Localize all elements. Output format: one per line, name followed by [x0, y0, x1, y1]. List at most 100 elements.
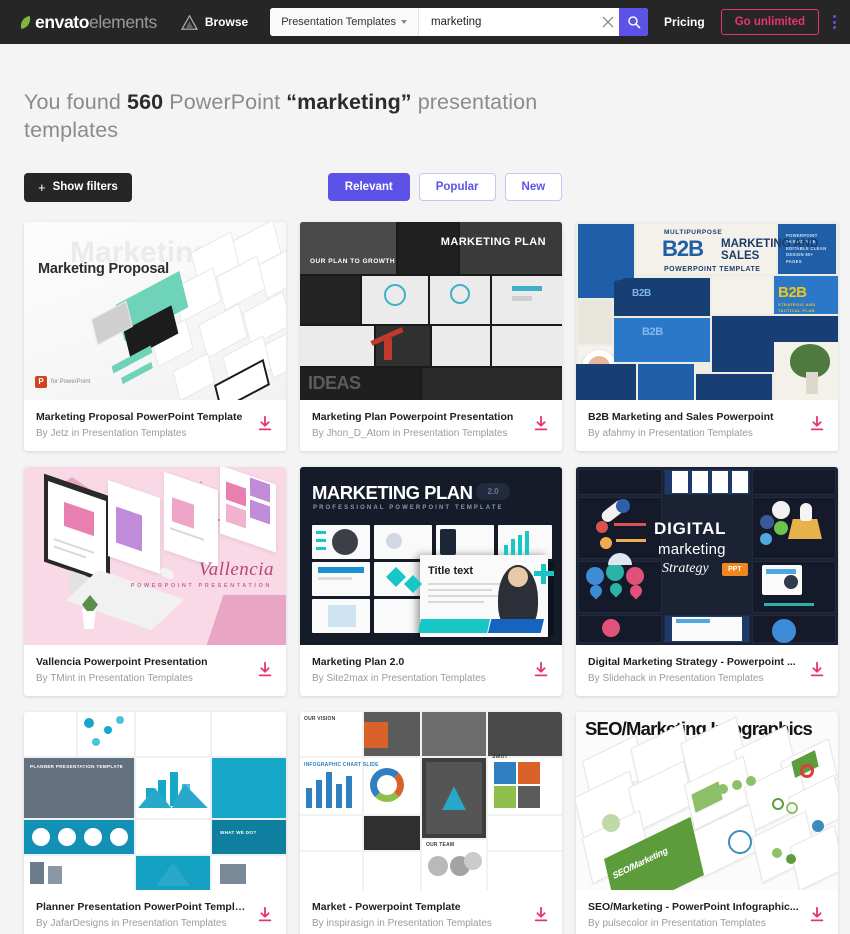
powerpoint-badge: P for PowerPoint	[35, 375, 91, 388]
template-thumbnail[interactable]: B MULTIPURPOSE B2B MARKETING AND SALES P…	[576, 221, 838, 400]
thumb-heading2: MARKETING AND SALES	[721, 237, 819, 262]
thumb-big-text: IDEAS	[308, 372, 361, 393]
result-card[interactable]: SEO/Marketing Infographics SEO/Marketing	[576, 712, 838, 934]
card-text: SEO/Marketing - PowerPoint Infographic..…	[588, 900, 800, 929]
page-title: You found 560 PowerPoint “marketing” pre…	[24, 88, 554, 145]
clear-search-button[interactable]	[596, 8, 620, 36]
download-icon[interactable]	[256, 906, 274, 924]
browse-button[interactable]: Browse	[180, 14, 249, 30]
result-card[interactable]: MARKETING PLAN PROFESSIONAL POWERPOINT T…	[300, 466, 562, 697]
thumb-slide-title: Title text	[428, 564, 474, 577]
search-submit-button[interactable]	[619, 8, 649, 36]
filter-toolbar: + Show filters Relevant Popular New	[0, 145, 850, 202]
card-title: Market - Powerpoint Template	[312, 901, 461, 914]
result-card[interactable]: OUR PLAN TO GROWTH MARKETING PLAN IDEAS …	[300, 221, 562, 451]
card-meta: Digital Marketing Strategy - Powerpoint …	[576, 645, 838, 696]
template-thumbnail[interactable]: OUR VISION OUR TEAM INFOGRAPHIC CHART SL…	[300, 712, 562, 891]
card-text: Marketing Proposal PowerPoint Template B…	[36, 410, 248, 439]
template-thumbnail[interactable]: OUR PLAN TO GROWTH MARKETING PLAN IDEAS	[300, 221, 562, 400]
card-text: Marketing Plan Powerpoint Presentation B…	[312, 410, 524, 439]
powerpoint-badge-label: for PowerPoint	[51, 378, 91, 385]
card-title: Planner Presentation PowerPoint Template	[36, 901, 248, 914]
card-title: B2B Marketing and Sales Powerpoint	[588, 410, 774, 423]
show-filters-button[interactable]: + Show filters	[24, 172, 132, 202]
logo-text-envato: envato	[35, 11, 90, 32]
result-card[interactable]: B MULTIPURPOSE B2B MARKETING AND SALES P…	[576, 221, 838, 451]
sort-options: Relevant Popular New	[327, 173, 563, 202]
download-icon[interactable]	[808, 415, 826, 433]
card-author: By Jhon_D_Atom in Presentation Templates	[312, 427, 508, 439]
card-author: By JafarDesigns in Presentation Template…	[36, 918, 227, 930]
result-card[interactable]: DIGITAL marketing Strategy PPT Digital M…	[576, 466, 838, 697]
thumb-subheading: OUR PLAN TO GROWTH	[310, 257, 396, 265]
sort-option-popular[interactable]: Popular	[418, 173, 496, 202]
download-icon[interactable]	[808, 661, 826, 679]
download-icon[interactable]	[256, 415, 274, 433]
leaf-icon	[18, 15, 33, 29]
download-icon[interactable]	[532, 906, 550, 924]
template-thumbnail[interactable]: SEO/Marketing Infographics SEO/Marketing	[576, 712, 838, 891]
thumb-eyebrow: MULTIPURPOSE	[664, 228, 723, 236]
card-text: B2B Marketing and Sales Powerpoint By af…	[588, 410, 800, 439]
download-icon[interactable]	[256, 661, 274, 679]
thumb-version-badge: 2.0	[476, 482, 510, 500]
result-card[interactable]: OUR VISION OUR TEAM INFOGRAPHIC CHART SL…	[300, 712, 562, 934]
go-unlimited-button[interactable]: Go unlimited	[720, 9, 819, 35]
search-input[interactable]	[418, 8, 597, 36]
kebab-menu-icon[interactable]	[833, 15, 836, 29]
result-card[interactable]: PLANNER PRESENTATION TEMPLATE WHAT WE DO…	[24, 712, 286, 934]
card-text: Vallencia Powerpoint Presentation By TMi…	[36, 655, 248, 684]
card-text: Market - Powerpoint Template By inspiras…	[312, 900, 524, 929]
thumb-heading: OUR VISION	[304, 716, 336, 723]
card-author: By afahmy in Presentation Templates	[588, 427, 753, 439]
thumb-line2: marketing	[658, 540, 726, 558]
thumb-heading2: OUR TEAM	[426, 842, 455, 849]
download-icon[interactable]	[808, 906, 826, 924]
show-filters-label: Show filters	[52, 181, 118, 194]
thumb-heading: B2B	[662, 235, 704, 261]
thumb-script-title: Vallencia	[198, 558, 274, 580]
card-author: By inspirasign in Presentation Templates	[312, 918, 492, 930]
thumb-line1: DIGITAL	[654, 518, 727, 538]
sort-option-relevant[interactable]: Relevant	[327, 173, 410, 202]
hero-middle: PowerPoint	[163, 90, 287, 114]
result-card[interactable]: Vallencia POWERPOINT PRESENTATION Vallen…	[24, 466, 286, 697]
thumb-footer: POWERPOINT TEMPLATE	[664, 265, 761, 273]
thumb-ppt-badge: PPT	[722, 562, 748, 576]
hero-keyword: “marketing”	[286, 90, 412, 114]
thumb-tagline-title: B2B	[778, 283, 807, 301]
thumb-note: INFOGRAPHIC CHART SLIDE	[304, 762, 379, 769]
envato-elements-logo[interactable]: envatoelements	[12, 12, 163, 33]
card-title: Marketing Plan Powerpoint Presentation	[312, 410, 514, 423]
card-meta: Marketing Plan 2.0 By Site2max in Presen…	[300, 645, 562, 696]
result-card[interactable]: Marketing Pr Marketing Proposal P for Po…	[24, 221, 286, 451]
card-meta: SEO/Marketing - PowerPoint Infographic..…	[576, 890, 838, 934]
browse-icon	[180, 14, 198, 30]
template-thumbnail[interactable]: Marketing Pr Marketing Proposal P for Po…	[24, 221, 286, 400]
card-title: Marketing Plan 2.0	[312, 655, 405, 668]
card-meta: Vallencia Powerpoint Presentation By TMi…	[24, 645, 286, 696]
thumb-subheading: PROFESSIONAL POWERPOINT TEMPLATE	[313, 504, 504, 511]
thumb-line3: Strategy	[662, 560, 709, 576]
thumb-heading: Marketing Proposal	[38, 260, 169, 277]
plus-icon: +	[38, 179, 46, 195]
template-thumbnail[interactable]: Vallencia POWERPOINT PRESENTATION	[24, 466, 286, 645]
hero-prefix: You found	[24, 90, 128, 114]
pricing-link[interactable]: Pricing	[664, 15, 705, 29]
logo-text: envatoelements	[35, 12, 157, 33]
chevron-down-icon	[400, 20, 407, 24]
template-thumbnail[interactable]: DIGITAL marketing Strategy PPT	[576, 466, 838, 645]
logo-text-elements: elements	[89, 11, 157, 32]
top-navigation-bar: envatoelements Browse Presentation Templ…	[0, 0, 850, 44]
card-title: Digital Marketing Strategy - Powerpoint …	[588, 655, 796, 668]
search-icon	[627, 16, 641, 29]
template-thumbnail[interactable]: PLANNER PRESENTATION TEMPLATE WHAT WE DO…	[24, 712, 286, 891]
download-icon[interactable]	[532, 415, 550, 433]
template-thumbnail[interactable]: MARKETING PLAN PROFESSIONAL POWERPOINT T…	[300, 466, 562, 645]
download-icon[interactable]	[532, 661, 550, 679]
sort-option-new[interactable]: New	[504, 173, 563, 202]
card-author: By Site2max in Presentation Templates	[312, 673, 486, 685]
browse-label: Browse	[204, 15, 249, 29]
search-category-dropdown[interactable]: Presentation Templates	[270, 8, 419, 36]
card-author: By Slidehack in Presentation Templates	[588, 673, 764, 685]
